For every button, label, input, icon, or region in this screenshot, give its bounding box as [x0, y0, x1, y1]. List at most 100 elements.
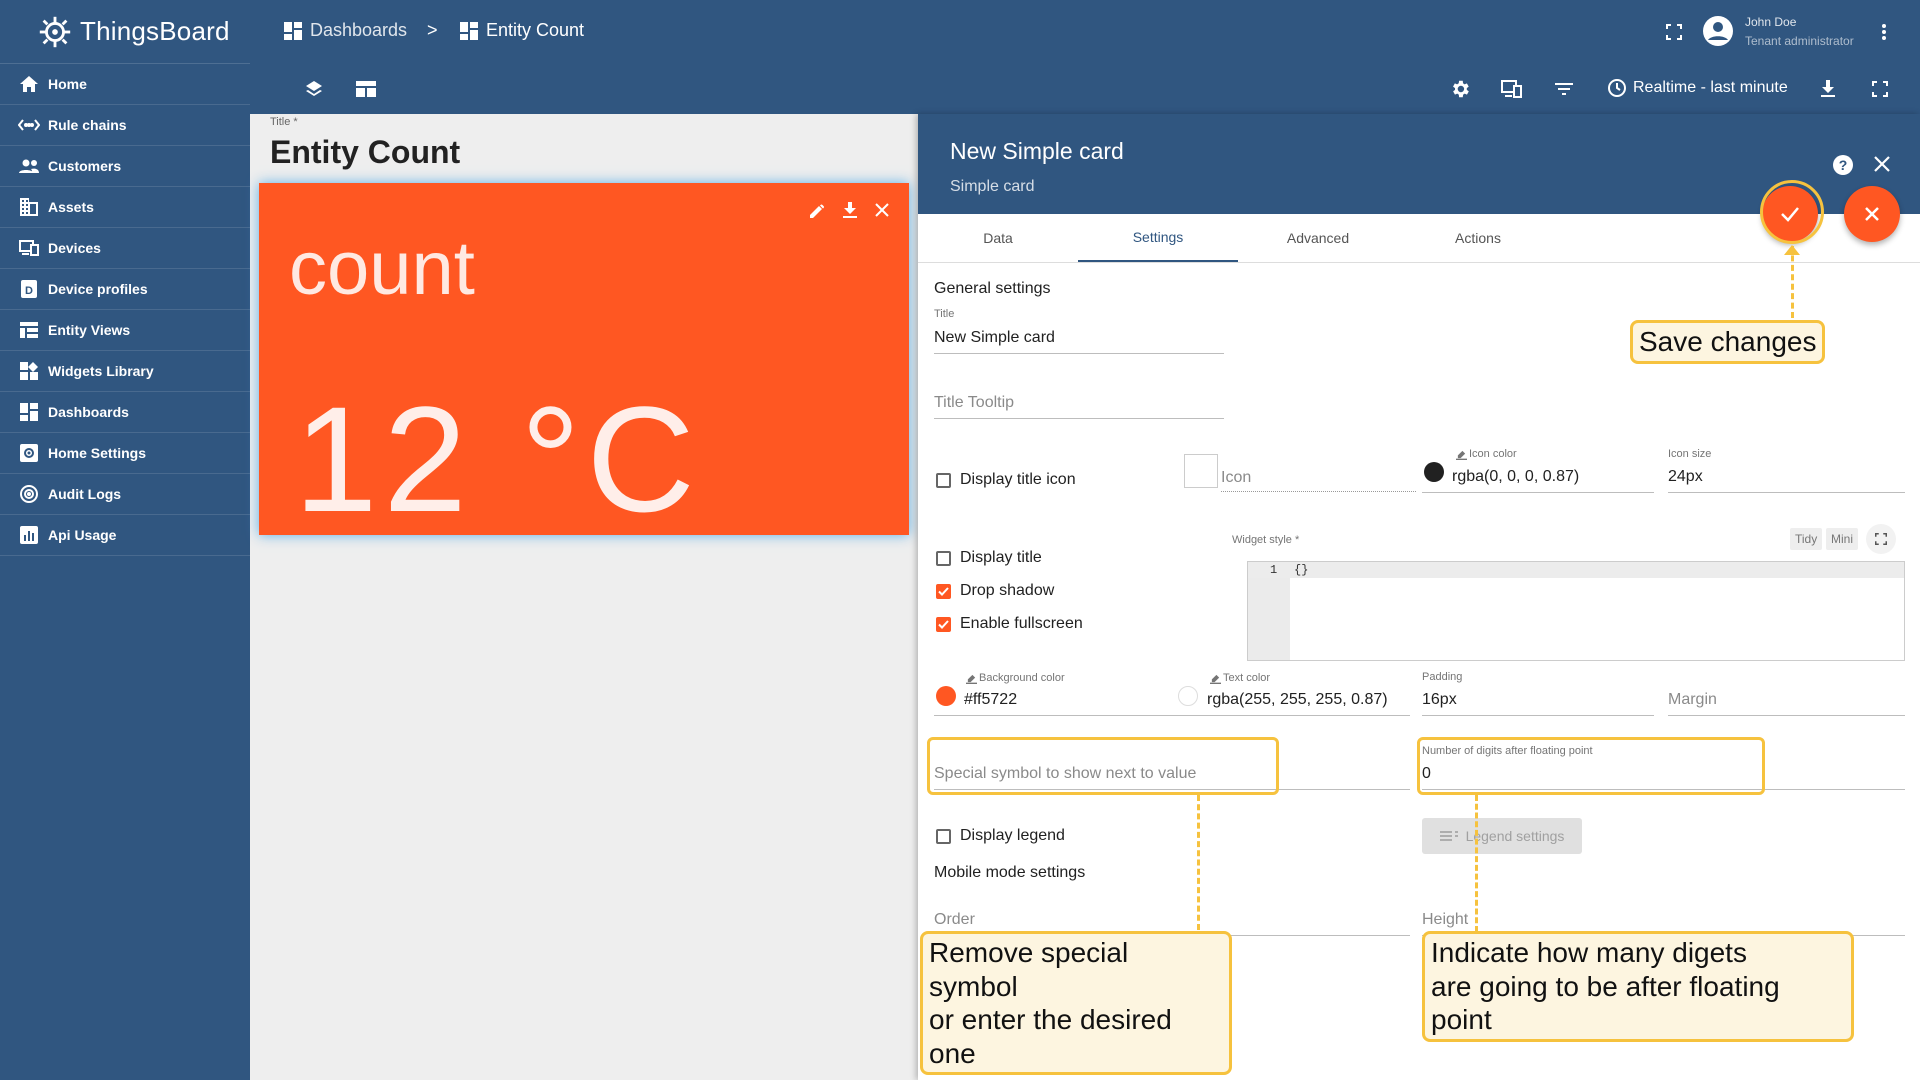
text-color-label: Text color	[1210, 672, 1270, 684]
breadcrumb-dashboards[interactable]: Dashboards	[284, 20, 407, 41]
text-color-swatch[interactable]	[1178, 686, 1198, 706]
icon-color-underline	[1422, 492, 1654, 493]
devices-icon[interactable]	[1498, 75, 1526, 103]
display-title-checkbox[interactable]	[936, 551, 951, 566]
line-number: 1	[1270, 563, 1278, 577]
simple-card-widget[interactable]: count 12 °C	[259, 183, 909, 543]
download-icon[interactable]	[1814, 75, 1842, 103]
help-icon[interactable]: ?	[1832, 154, 1854, 176]
background-color-field[interactable]: #ff5722	[964, 691, 1017, 709]
order-field[interactable]: Order	[934, 911, 975, 929]
breadcrumb-label: Entity Count	[486, 20, 585, 40]
tab-settings[interactable]: Settings	[1078, 214, 1238, 262]
symbol-connector	[1197, 795, 1200, 930]
icon-color-swatch[interactable]	[1424, 462, 1444, 482]
check-icon	[938, 620, 949, 629]
drop-shadow-label: Drop shadow	[960, 582, 1055, 599]
display-title-icon-checkbox[interactable]	[936, 473, 951, 488]
icon-color-label: Icon color	[1456, 448, 1517, 460]
sidebar-item-widgets-library[interactable]: Widgets Library	[0, 351, 250, 392]
user-role: Tenant administrator	[1745, 34, 1854, 48]
top-bar: Dashboards > Entity Count John Doe Tenan…	[250, 0, 1920, 64]
sidebar-item-label: Assets	[48, 199, 94, 215]
sidebar-item-customers[interactable]: Customers	[0, 146, 250, 187]
sidebar-item-entity-views[interactable]: Entity Views	[0, 310, 250, 351]
enable-fullscreen-label: Enable fullscreen	[960, 615, 1083, 632]
timewindow-button[interactable]: Realtime - last minute	[1607, 78, 1788, 98]
text-color-field[interactable]: rgba(255, 255, 255, 0.87)	[1207, 691, 1388, 709]
device-profiles-icon: D	[18, 278, 40, 300]
widget-label: count	[289, 226, 475, 311]
padding-field[interactable]: 16px	[1422, 691, 1457, 709]
dashboard-title[interactable]: Entity Count	[270, 134, 460, 171]
fullscreen-icon[interactable]	[1660, 18, 1688, 46]
sidebar-item-label: Customers	[48, 158, 122, 174]
fullscreen-icon[interactable]	[1866, 75, 1894, 103]
settings-icon[interactable]	[1446, 75, 1474, 103]
more-vert-icon[interactable]	[1870, 18, 1898, 46]
color-picker-icon	[966, 674, 977, 684]
title-tooltip-field[interactable]: Title Tooltip	[934, 394, 1014, 412]
sidebar-item-label: Api Usage	[48, 527, 117, 543]
breadcrumb-label: Dashboards	[310, 20, 408, 40]
save-callout: Save changes	[1630, 320, 1826, 364]
sidebar-item-audit-logs[interactable]: Audit Logs	[0, 474, 250, 515]
layers-icon[interactable]	[300, 75, 328, 103]
icon-size-field[interactable]: 24px	[1668, 468, 1703, 486]
filter-icon[interactable]	[1550, 75, 1578, 103]
close-icon	[1865, 207, 1879, 221]
height-field[interactable]: Height	[1422, 911, 1468, 929]
layout-icon[interactable]	[352, 75, 380, 103]
background-color-swatch[interactable]	[936, 686, 956, 706]
sidebar-item-label: Home Settings	[48, 445, 147, 461]
legend-settings-button[interactable]: Legend settings	[1422, 818, 1582, 854]
avatar[interactable]	[1702, 15, 1734, 47]
digits-callout-line1: Indicate how many digets	[1431, 937, 1747, 968]
tab-data[interactable]: Data	[918, 214, 1078, 262]
sidebar-item-label: Widgets Library	[48, 363, 154, 379]
sidebar-item-label: Devices	[48, 240, 101, 256]
title-field-label: Title	[934, 308, 955, 320]
close-icon[interactable]	[871, 199, 893, 221]
cancel-button[interactable]	[1844, 186, 1900, 242]
sidebar-item-device-profiles[interactable]: D Device profiles	[0, 269, 250, 310]
title-field[interactable]: New Simple card	[934, 329, 1055, 347]
sidebar-item-label: Audit Logs	[48, 486, 122, 502]
expand-editor-icon[interactable]	[1866, 524, 1896, 554]
sidebar-item-home-settings[interactable]: Home Settings	[0, 433, 250, 474]
download-icon[interactable]	[839, 199, 861, 221]
icon-color-field[interactable]: rgba(0, 0, 0, 0.87)	[1452, 468, 1579, 486]
widget-style-editor[interactable]: 1 {}	[1247, 561, 1905, 661]
close-icon[interactable]	[1874, 156, 1890, 172]
panel-subtitle: Simple card	[950, 178, 1035, 195]
title-field-underline	[934, 353, 1224, 354]
tidy-button[interactable]: Tidy	[1790, 528, 1823, 550]
sidebar-item-home[interactable]: Home	[0, 64, 250, 105]
enable-fullscreen-checkbox[interactable]	[936, 617, 951, 632]
padding-underline	[1422, 715, 1654, 716]
tab-advanced[interactable]: Advanced	[1238, 214, 1398, 262]
icon-field[interactable]: Icon	[1221, 469, 1251, 487]
text-color-underline	[1178, 715, 1410, 716]
app-logo[interactable]: ThingsBoard	[0, 0, 250, 64]
sidebar-item-rule-chains[interactable]: Rule chains	[0, 105, 250, 146]
dashboard-title-label: Title *	[270, 116, 298, 128]
margin-field[interactable]: Margin	[1668, 691, 1717, 709]
icon-field-underline	[1221, 491, 1416, 492]
sidebar-item-dashboards[interactable]: Dashboards	[0, 392, 250, 433]
background-color-label: Background color	[966, 672, 1065, 684]
display-legend-label: Display legend	[960, 827, 1065, 844]
sidebar-item-devices[interactable]: Devices	[0, 228, 250, 269]
svg-text:?: ?	[1839, 157, 1848, 173]
display-legend-checkbox[interactable]	[936, 829, 951, 844]
edit-icon[interactable]	[807, 199, 829, 221]
mini-button[interactable]: Mini	[1826, 528, 1859, 550]
icon-preview[interactable]	[1184, 454, 1218, 488]
sidebar-item-assets[interactable]: Assets	[0, 187, 250, 228]
thingsboard-logo-icon	[39, 16, 71, 47]
tab-actions[interactable]: Actions	[1398, 214, 1558, 262]
sidebar-item-api-usage[interactable]: Api Usage	[0, 515, 250, 556]
drop-shadow-checkbox[interactable]	[936, 584, 951, 599]
margin-underline	[1668, 715, 1905, 716]
symbol-callout-line1: Remove special symbol	[929, 937, 1129, 1002]
